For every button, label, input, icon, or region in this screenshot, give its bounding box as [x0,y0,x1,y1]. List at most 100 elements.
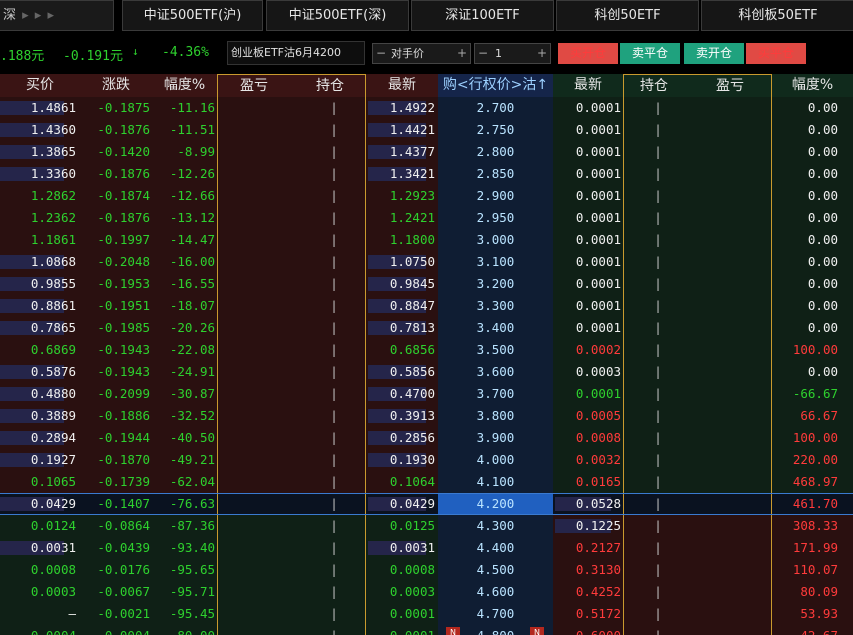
position-cell-left[interactable] [217,405,366,427]
strike-price[interactable]: 3.400 [438,317,553,339]
header-last-right[interactable]: 最新 [553,74,623,97]
header-pos-left[interactable]: 持仓 [316,75,344,98]
table-row[interactable]: 1.2362 -0.1876 -13.12 | 1.2421 2.950 0.0001 | 0.… [0,207,853,229]
table-row[interactable]: 0.0429 -0.1407 -76.63 | 0.0429 4.200 0.0528 | 46… [0,493,853,515]
strike-price[interactable]: 3.600 [438,361,553,383]
minus-icon[interactable]: − [375,44,387,63]
table-row[interactable]: 0.0124 -0.0864 -87.36 | 0.0125 4.300 0.1225 | 30… [0,515,853,537]
strike-price[interactable]: 3.500 [438,339,553,361]
tab-csi500-sz[interactable]: 中证500ETF(深) [266,0,409,31]
position-cell-right[interactable] [623,471,772,493]
position-cell-right[interactable] [623,141,772,163]
strike-price[interactable]: 3.300 [438,295,553,317]
strike-price[interactable]: 4.500 [438,559,553,581]
position-cell-right[interactable] [623,581,772,603]
tab-sz100[interactable]: 深证100ETF [411,0,554,31]
position-cell-right[interactable] [623,295,772,317]
position-cell-right[interactable] [623,625,772,635]
position-cell-left[interactable] [217,427,366,449]
position-cell-right[interactable] [623,405,772,427]
table-row[interactable]: 0.5876 -0.1943 -24.91 | 0.5856 3.600 0.0003 | 0.… [0,361,853,383]
position-cell-left[interactable] [217,537,366,559]
strike-price[interactable]: 2.800 [438,141,553,163]
header-pl-right[interactable]: 盈亏 [716,75,744,98]
minus-icon[interactable]: − [477,44,489,63]
table-row[interactable]: 0.9855 -0.1953 -16.55 | 0.9845 3.200 0.0001 | 0.… [0,273,853,295]
quantity-stepper[interactable]: − 1 + [474,43,551,64]
header-pl-left[interactable]: 盈亏 [240,75,268,98]
table-row[interactable]: 0.0031 -0.0439 -93.40 | 0.0031 4.400 0.2127 | 17… [0,537,853,559]
position-cell-left[interactable] [217,603,366,625]
position-cell-left[interactable] [217,383,366,405]
position-cell-right[interactable] [623,603,772,625]
position-cell-right[interactable] [623,427,772,449]
table-row[interactable]: 0.3889 -0.1886 -32.52 | 0.3913 3.800 0.0005 | 66… [0,405,853,427]
position-cell-right[interactable] [623,207,772,229]
position-cell-left[interactable] [217,207,366,229]
header-last-left[interactable]: 最新 [366,74,438,97]
position-cell-left[interactable] [217,273,366,295]
strike-price[interactable]: 3.000 [438,229,553,251]
position-cell-left[interactable] [217,581,366,603]
table-row[interactable]: 0.1927 -0.1870 -49.21 | 0.1930 4.000 0.0032 | 22… [0,449,853,471]
buy-close-button[interactable]: 买平仓 [746,43,806,64]
table-row[interactable]: 0.0004-0.0004-80.00|0.00014.8000.6000|42… [0,625,853,635]
position-cell-left[interactable] [217,559,366,581]
sell-close-button[interactable]: 卖平仓 [620,43,680,64]
header-strike[interactable]: 购<行权价>沽↑ [438,74,553,97]
strike-price[interactable]: 4.400 [438,537,553,559]
header-pct[interactable]: 幅度% [152,74,217,97]
header-pos-right[interactable]: 持仓 [640,75,668,98]
strike-price[interactable]: 4.600 [438,581,553,603]
table-row[interactable]: — -0.0021 -95.45 | 0.0001 4.700 0.5172 | 53.93 [0,603,853,625]
plus-icon[interactable]: + [456,44,468,63]
position-cell-right[interactable] [623,317,772,339]
position-cell-right[interactable] [623,251,772,273]
table-row[interactable]: 0.0008 -0.0176 -95.65 | 0.0008 4.500 0.3130 | 11… [0,559,853,581]
position-cell-right[interactable] [623,361,772,383]
position-cell-right[interactable] [623,339,772,361]
position-cell-left[interactable] [217,449,366,471]
strike-price[interactable]: 2.950 [438,207,553,229]
tab-star50[interactable]: 科创50ETF [556,0,699,31]
strike-price[interactable]: 4.300 [438,515,553,537]
position-cell-right[interactable] [623,537,772,559]
position-cell-right[interactable] [623,559,772,581]
position-cell-right[interactable] [623,383,772,405]
position-cell-right[interactable] [623,97,772,119]
header-change[interactable]: 涨跌 [80,74,152,97]
position-cell-left[interactable] [217,515,366,537]
buy-open-button[interactable]: 买开仓 [558,43,618,64]
strike-price[interactable]: 4.700 [438,603,553,625]
table-row[interactable]: 0.8861 -0.1951 -18.07 | 0.8847 3.300 0.0001 | 0.… [0,295,853,317]
header-pct-right[interactable]: 幅度% [772,74,853,97]
position-cell-left[interactable] [217,119,366,141]
strike-price[interactable]: 3.200 [438,273,553,295]
table-row[interactable]: 1.3360 -0.1876 -12.26 | 1.3421 2.850 0.0001 | 0.… [0,163,853,185]
position-cell-left[interactable] [217,625,366,635]
position-cell-right[interactable] [623,185,772,207]
strike-price[interactable]: 2.900 [438,185,553,207]
position-cell-right[interactable] [623,229,772,251]
position-cell-left[interactable] [217,141,366,163]
table-row[interactable]: 1.0868 -0.2048 -16.00 | 1.0750 3.100 0.0001 | 0.… [0,251,853,273]
position-cell-right[interactable] [623,119,772,141]
header-bid[interactable]: 买价 [0,74,80,97]
position-cell-left[interactable] [217,163,366,185]
position-cell-right[interactable] [623,273,772,295]
table-row[interactable]: 0.4880 -0.2099 -30.87 | 0.4700 3.700 0.0001 | -6… [0,383,853,405]
table-row[interactable]: 1.3865 -0.1420 -8.99 | 1.4377 2.800 0.0001 | 0.0… [0,141,853,163]
position-cell-left[interactable] [217,295,366,317]
strike-price[interactable]: 2.700 [438,97,553,119]
position-cell-left[interactable] [217,361,366,383]
position-cell-left[interactable] [217,229,366,251]
strike-price[interactable]: 3.700 [438,383,553,405]
table-row[interactable]: 1.1861 -0.1997 -14.47 | 1.1800 3.000 0.0001 | 0.… [0,229,853,251]
table-row[interactable]: 1.4861 -0.1875 -11.16 | 1.4922 2.700 0.0001 | 0.… [0,97,853,119]
strike-price[interactable]: 3.900 [438,427,553,449]
table-row[interactable]: 0.2894 -0.1944 -40.50 | 0.2856 3.900 0.0008 | 10… [0,427,853,449]
tab-truncated[interactable]: 深 ▸ ▸ ▸ [0,0,114,31]
strike-price[interactable]: 3.100 [438,251,553,273]
position-cell-right[interactable] [623,515,772,537]
price-type-stepper[interactable]: − 对手价 + [372,43,471,64]
